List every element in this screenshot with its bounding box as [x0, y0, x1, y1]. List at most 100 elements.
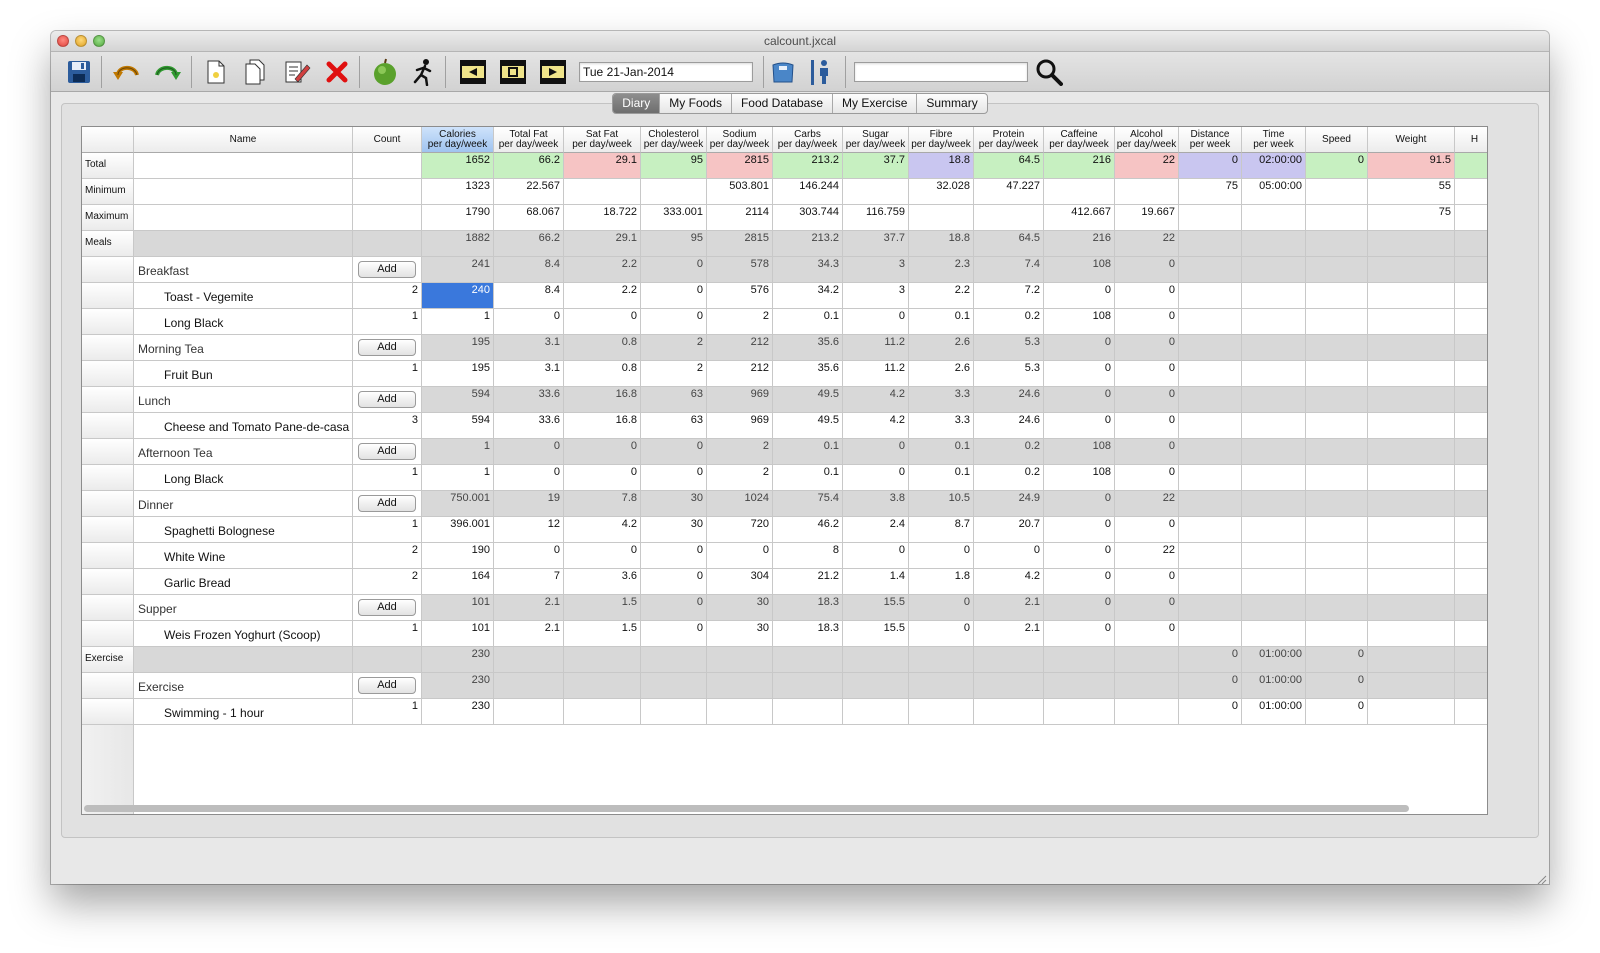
value-cell-time[interactable]: [1242, 595, 1306, 621]
value-cell-speed[interactable]: [1306, 205, 1368, 231]
value-cell-total-fat[interactable]: [494, 699, 564, 725]
value-cell-total-fat[interactable]: 8.4: [494, 283, 564, 309]
value-cell-carbs[interactable]: 303.744: [773, 205, 843, 231]
value-cell-caffeine[interactable]: [1044, 673, 1115, 699]
value-cell-time[interactable]: 01:00:00: [1242, 673, 1306, 699]
value-cell-calories[interactable]: 230: [422, 673, 494, 699]
value-cell-h[interactable]: [1455, 413, 1487, 439]
value-cell-carbs[interactable]: 35.6: [773, 335, 843, 361]
value-cell-total-fat[interactable]: 66.2: [494, 153, 564, 179]
value-cell-h[interactable]: [1455, 179, 1487, 205]
value-cell-alcohol[interactable]: 0: [1115, 439, 1179, 465]
value-cell-h[interactable]: [1455, 595, 1487, 621]
column-header-alcohol[interactable]: Alcohol per day/week: [1115, 127, 1179, 153]
value-cell-carbs[interactable]: [773, 647, 843, 673]
value-cell-h[interactable]: [1455, 621, 1487, 647]
add-dinner-button[interactable]: Add: [358, 495, 416, 512]
value-cell-sat-fat[interactable]: 16.8: [564, 387, 641, 413]
value-cell-weight[interactable]: [1368, 465, 1455, 491]
value-cell-calories[interactable]: 1: [422, 309, 494, 335]
row-header[interactable]: [82, 361, 134, 387]
value-cell-total-fat[interactable]: 7: [494, 569, 564, 595]
add-lunch-button[interactable]: Add: [358, 391, 416, 408]
value-cell-caffeine[interactable]: 0: [1044, 413, 1115, 439]
value-cell-time[interactable]: [1242, 309, 1306, 335]
value-cell-fibre[interactable]: [909, 699, 974, 725]
value-cell-sat-fat[interactable]: 0: [564, 543, 641, 569]
count-cell[interactable]: [353, 647, 422, 673]
value-cell-fibre[interactable]: 0.1: [909, 465, 974, 491]
count-cell[interactable]: Add: [353, 595, 422, 621]
value-cell-caffeine[interactable]: 0: [1044, 569, 1115, 595]
value-cell-alcohol[interactable]: 0: [1115, 595, 1179, 621]
value-cell-total-fat[interactable]: 8.4: [494, 257, 564, 283]
value-cell-calories[interactable]: 241: [422, 257, 494, 283]
value-cell-alcohol[interactable]: 0: [1115, 309, 1179, 335]
food-name[interactable]: Toast - Vegemite: [134, 283, 353, 309]
value-cell-time[interactable]: 01:00:00: [1242, 647, 1306, 673]
value-cell-total-fat[interactable]: 2.1: [494, 595, 564, 621]
count-cell[interactable]: 1: [353, 361, 422, 387]
value-cell-speed[interactable]: [1306, 517, 1368, 543]
zoom-window-button[interactable]: [93, 35, 105, 47]
food-name[interactable]: Fruit Bun: [134, 361, 353, 387]
running-exercise-icon[interactable]: [409, 58, 437, 86]
value-cell-sat-fat[interactable]: 0: [564, 465, 641, 491]
row-header[interactable]: [82, 569, 134, 595]
value-cell-weight[interactable]: [1368, 335, 1455, 361]
value-cell-fibre[interactable]: 0: [909, 543, 974, 569]
value-cell-caffeine[interactable]: 412.667: [1044, 205, 1115, 231]
value-cell-distance[interactable]: [1179, 309, 1242, 335]
value-cell-calories[interactable]: 750.001: [422, 491, 494, 517]
value-cell-fibre[interactable]: [909, 205, 974, 231]
value-cell-sodium[interactable]: [707, 673, 773, 699]
row-header[interactable]: [82, 413, 134, 439]
value-cell-caffeine[interactable]: 108: [1044, 257, 1115, 283]
value-cell-sugar[interactable]: 116.759: [843, 205, 909, 231]
value-cell-time[interactable]: [1242, 465, 1306, 491]
food-name[interactable]: Long Black: [134, 465, 353, 491]
value-cell-speed[interactable]: 0: [1306, 153, 1368, 179]
resize-grip-icon[interactable]: [1537, 872, 1547, 884]
value-cell-caffeine[interactable]: 0: [1044, 595, 1115, 621]
value-cell-time[interactable]: 01:00:00: [1242, 699, 1306, 725]
save-icon[interactable]: [65, 58, 93, 86]
value-cell-sugar[interactable]: 4.2: [843, 387, 909, 413]
column-header-time[interactable]: Time per week: [1242, 127, 1306, 153]
value-cell-speed[interactable]: [1306, 491, 1368, 517]
value-cell-carbs[interactable]: 75.4: [773, 491, 843, 517]
value-cell-carbs[interactable]: 21.2: [773, 569, 843, 595]
value-cell-fibre[interactable]: 18.8: [909, 153, 974, 179]
value-cell-fibre[interactable]: 2.3: [909, 257, 974, 283]
value-cell-distance[interactable]: [1179, 413, 1242, 439]
value-cell-h[interactable]: [1455, 361, 1487, 387]
value-cell-speed[interactable]: [1306, 621, 1368, 647]
column-header-speed[interactable]: Speed: [1306, 127, 1368, 153]
value-cell-total-fat[interactable]: [494, 673, 564, 699]
column-header-sodium[interactable]: Sodium per day/week: [707, 127, 773, 153]
value-cell-sodium[interactable]: [707, 699, 773, 725]
value-cell-sugar[interactable]: 0: [843, 465, 909, 491]
value-cell-sodium[interactable]: 578: [707, 257, 773, 283]
tab-my-foods[interactable]: My Foods: [659, 94, 731, 113]
value-cell-distance[interactable]: [1179, 439, 1242, 465]
value-cell-weight[interactable]: [1368, 621, 1455, 647]
value-cell-carbs[interactable]: 34.2: [773, 283, 843, 309]
tab-food-database[interactable]: Food Database: [730, 94, 832, 113]
value-cell-protein[interactable]: 4.2: [974, 569, 1044, 595]
value-cell-caffeine[interactable]: 108: [1044, 309, 1115, 335]
value-cell-fibre[interactable]: 3.3: [909, 413, 974, 439]
minimize-window-button[interactable]: [75, 35, 87, 47]
value-cell-caffeine[interactable]: [1044, 179, 1115, 205]
value-cell-protein[interactable]: 7.2: [974, 283, 1044, 309]
value-cell-sat-fat[interactable]: 0: [564, 439, 641, 465]
value-cell-h[interactable]: [1455, 465, 1487, 491]
value-cell-protein[interactable]: 2.1: [974, 595, 1044, 621]
value-cell-cholesterol[interactable]: 0: [641, 543, 707, 569]
value-cell-caffeine[interactable]: 0: [1044, 361, 1115, 387]
value-cell-sugar[interactable]: 2.4: [843, 517, 909, 543]
value-cell-distance[interactable]: [1179, 595, 1242, 621]
column-header-count[interactable]: Count: [353, 127, 422, 153]
value-cell-caffeine[interactable]: [1044, 647, 1115, 673]
value-cell-total-fat[interactable]: 19: [494, 491, 564, 517]
